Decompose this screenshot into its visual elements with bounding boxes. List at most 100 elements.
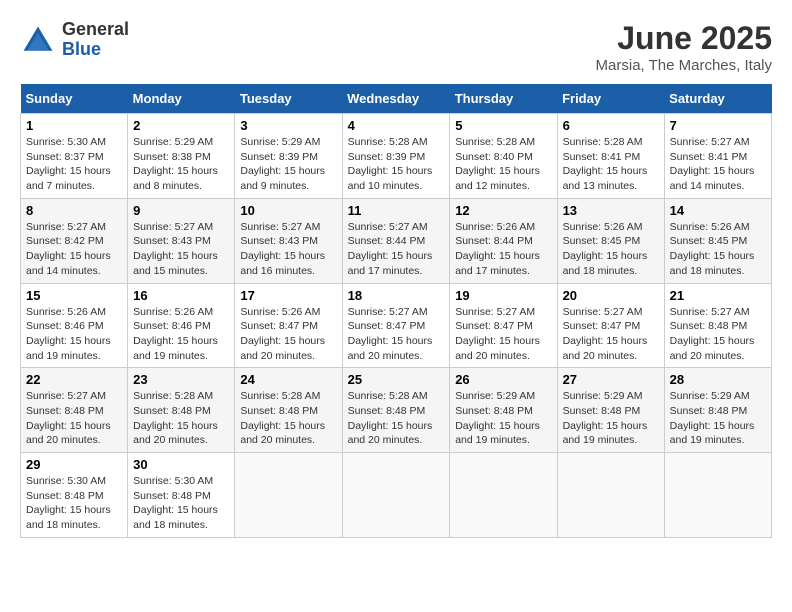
calendar-cell xyxy=(557,453,664,538)
day-number: 14 xyxy=(670,203,766,218)
day-detail: Sunrise: 5:26 AMSunset: 8:46 PMDaylight:… xyxy=(133,305,229,364)
day-detail: Sunrise: 5:27 AMSunset: 8:43 PMDaylight:… xyxy=(133,220,229,279)
calendar-cell: 12Sunrise: 5:26 AMSunset: 8:44 PMDayligh… xyxy=(450,198,557,283)
day-detail: Sunrise: 5:26 AMSunset: 8:47 PMDaylight:… xyxy=(240,305,336,364)
day-detail: Sunrise: 5:28 AMSunset: 8:48 PMDaylight:… xyxy=(133,389,229,448)
header-friday: Friday xyxy=(557,84,664,114)
day-number: 9 xyxy=(133,203,229,218)
calendar-header-row: SundayMondayTuesdayWednesdayThursdayFrid… xyxy=(21,84,772,114)
calendar-cell: 4 Sunrise: 5:28 AMSunset: 8:39 PMDaylight… xyxy=(342,114,450,199)
day-detail: Sunrise: 5:26 AMSunset: 8:45 PMDaylight:… xyxy=(670,220,766,279)
calendar-table: SundayMondayTuesdayWednesdayThursdayFrid… xyxy=(20,84,772,538)
day-detail: Sunrise: 5:27 AMSunset: 8:43 PMDaylight:… xyxy=(240,220,336,279)
day-detail: Sunrise: 5:30 AMSunset: 8:37 PMDaylight:… xyxy=(26,135,122,194)
day-number: 1 xyxy=(26,118,122,133)
header-saturday: Saturday xyxy=(664,84,771,114)
day-detail: Sunrise: 5:29 AMSunset: 8:48 PMDaylight:… xyxy=(563,389,659,448)
calendar-cell: 22 Sunrise: 5:27 AMSunset: 8:48 PMDayligh… xyxy=(21,368,128,453)
header-sunday: Sunday xyxy=(21,84,128,114)
page-header: General Blue June 2025 Marsia, The March… xyxy=(20,20,772,74)
day-detail: Sunrise: 5:28 AMSunset: 8:39 PMDaylight:… xyxy=(348,135,445,194)
day-detail: Sunrise: 5:26 AMSunset: 8:46 PMDaylight:… xyxy=(26,305,122,364)
day-number: 22 xyxy=(26,372,122,387)
calendar-cell: 15Sunrise: 5:26 AMSunset: 8:46 PMDayligh… xyxy=(21,283,128,368)
header-thursday: Thursday xyxy=(450,84,557,114)
day-number: 20 xyxy=(563,288,659,303)
calendar-cell xyxy=(664,453,771,538)
calendar-cell: 23 Sunrise: 5:28 AMSunset: 8:48 PMDayligh… xyxy=(128,368,235,453)
day-number: 10 xyxy=(240,203,336,218)
calendar-cell xyxy=(342,453,450,538)
day-number: 2 xyxy=(133,118,229,133)
day-detail: Sunrise: 5:29 AMSunset: 8:38 PMDaylight:… xyxy=(133,135,229,194)
day-detail: Sunrise: 5:30 AMSunset: 8:48 PMDaylight:… xyxy=(26,474,122,533)
day-number: 8 xyxy=(26,203,122,218)
title-block: June 2025 Marsia, The Marches, Italy xyxy=(596,20,772,74)
day-detail: Sunrise: 5:27 AMSunset: 8:44 PMDaylight:… xyxy=(348,220,445,279)
calendar-cell: 8 Sunrise: 5:27 AMSunset: 8:42 PMDaylight… xyxy=(21,198,128,283)
calendar-cell: 9 Sunrise: 5:27 AMSunset: 8:43 PMDaylight… xyxy=(128,198,235,283)
day-detail: Sunrise: 5:27 AMSunset: 8:42 PMDaylight:… xyxy=(26,220,122,279)
day-detail: Sunrise: 5:26 AMSunset: 8:45 PMDaylight:… xyxy=(563,220,659,279)
calendar-cell: 25 Sunrise: 5:28 AMSunset: 8:48 PMDayligh… xyxy=(342,368,450,453)
day-detail: Sunrise: 5:26 AMSunset: 8:44 PMDaylight:… xyxy=(455,220,551,279)
day-detail: Sunrise: 5:29 AMSunset: 8:48 PMDaylight:… xyxy=(670,389,766,448)
day-number: 27 xyxy=(563,372,659,387)
calendar-cell: 5 Sunrise: 5:28 AMSunset: 8:40 PMDaylight… xyxy=(450,114,557,199)
day-number: 7 xyxy=(670,118,766,133)
calendar-cell xyxy=(235,453,342,538)
logo-blue: Blue xyxy=(62,40,129,60)
calendar-cell: 24 Sunrise: 5:28 AMSunset: 8:48 PMDayligh… xyxy=(235,368,342,453)
header-wednesday: Wednesday xyxy=(342,84,450,114)
day-number: 4 xyxy=(348,118,445,133)
calendar-cell: 20 Sunrise: 5:27 AMSunset: 8:47 PMDayligh… xyxy=(557,283,664,368)
calendar-cell: 1 Sunrise: 5:30 AMSunset: 8:37 PMDaylight… xyxy=(21,114,128,199)
day-number: 23 xyxy=(133,372,229,387)
calendar-cell: 2 Sunrise: 5:29 AMSunset: 8:38 PMDaylight… xyxy=(128,114,235,199)
calendar-cell: 28 Sunrise: 5:29 AMSunset: 8:48 PMDayligh… xyxy=(664,368,771,453)
calendar-cell: 26Sunrise: 5:29 AMSunset: 8:48 PMDayligh… xyxy=(450,368,557,453)
header-monday: Monday xyxy=(128,84,235,114)
day-detail: Sunrise: 5:27 AMSunset: 8:47 PMDaylight:… xyxy=(348,305,445,364)
day-number: 16 xyxy=(133,288,229,303)
logo-text: General Blue xyxy=(62,20,129,60)
day-detail: Sunrise: 5:27 AMSunset: 8:47 PMDaylight:… xyxy=(455,305,551,364)
month-title: June 2025 xyxy=(596,20,772,57)
day-number: 25 xyxy=(348,372,445,387)
calendar-cell: 16 Sunrise: 5:26 AMSunset: 8:46 PMDayligh… xyxy=(128,283,235,368)
calendar-cell: 17Sunrise: 5:26 AMSunset: 8:47 PMDayligh… xyxy=(235,283,342,368)
day-number: 5 xyxy=(455,118,551,133)
calendar-week-row: 1 Sunrise: 5:30 AMSunset: 8:37 PMDaylight… xyxy=(21,114,772,199)
calendar-cell: 19 Sunrise: 5:27 AMSunset: 8:47 PMDayligh… xyxy=(450,283,557,368)
day-detail: Sunrise: 5:27 AMSunset: 8:48 PMDaylight:… xyxy=(26,389,122,448)
day-number: 3 xyxy=(240,118,336,133)
day-number: 19 xyxy=(455,288,551,303)
calendar-cell: 7Sunrise: 5:27 AMSunset: 8:41 PMDaylight… xyxy=(664,114,771,199)
calendar-week-row: 8 Sunrise: 5:27 AMSunset: 8:42 PMDaylight… xyxy=(21,198,772,283)
location-title: Marsia, The Marches, Italy xyxy=(596,57,772,74)
calendar-cell: 18 Sunrise: 5:27 AMSunset: 8:47 PMDayligh… xyxy=(342,283,450,368)
day-number: 18 xyxy=(348,288,445,303)
calendar-cell: 27 Sunrise: 5:29 AMSunset: 8:48 PMDayligh… xyxy=(557,368,664,453)
calendar-week-row: 29 Sunrise: 5:30 AMSunset: 8:48 PMDayligh… xyxy=(21,453,772,538)
calendar-cell: 13 Sunrise: 5:26 AMSunset: 8:45 PMDayligh… xyxy=(557,198,664,283)
day-detail: Sunrise: 5:27 AMSunset: 8:47 PMDaylight:… xyxy=(563,305,659,364)
calendar-cell: 29 Sunrise: 5:30 AMSunset: 8:48 PMDayligh… xyxy=(21,453,128,538)
day-number: 21 xyxy=(670,288,766,303)
day-number: 29 xyxy=(26,457,122,472)
logo-general: General xyxy=(62,20,129,40)
day-detail: Sunrise: 5:29 AMSunset: 8:39 PMDaylight:… xyxy=(240,135,336,194)
day-number: 11 xyxy=(348,203,445,218)
day-detail: Sunrise: 5:28 AMSunset: 8:48 PMDaylight:… xyxy=(240,389,336,448)
calendar-cell: 6 Sunrise: 5:28 AMSunset: 8:41 PMDaylight… xyxy=(557,114,664,199)
day-detail: Sunrise: 5:28 AMSunset: 8:48 PMDaylight:… xyxy=(348,389,445,448)
header-tuesday: Tuesday xyxy=(235,84,342,114)
day-number: 13 xyxy=(563,203,659,218)
calendar-cell xyxy=(450,453,557,538)
day-number: 28 xyxy=(670,372,766,387)
day-detail: Sunrise: 5:28 AMSunset: 8:41 PMDaylight:… xyxy=(563,135,659,194)
day-detail: Sunrise: 5:28 AMSunset: 8:40 PMDaylight:… xyxy=(455,135,551,194)
day-number: 24 xyxy=(240,372,336,387)
calendar-cell: 11 Sunrise: 5:27 AMSunset: 8:44 PMDayligh… xyxy=(342,198,450,283)
day-number: 6 xyxy=(563,118,659,133)
